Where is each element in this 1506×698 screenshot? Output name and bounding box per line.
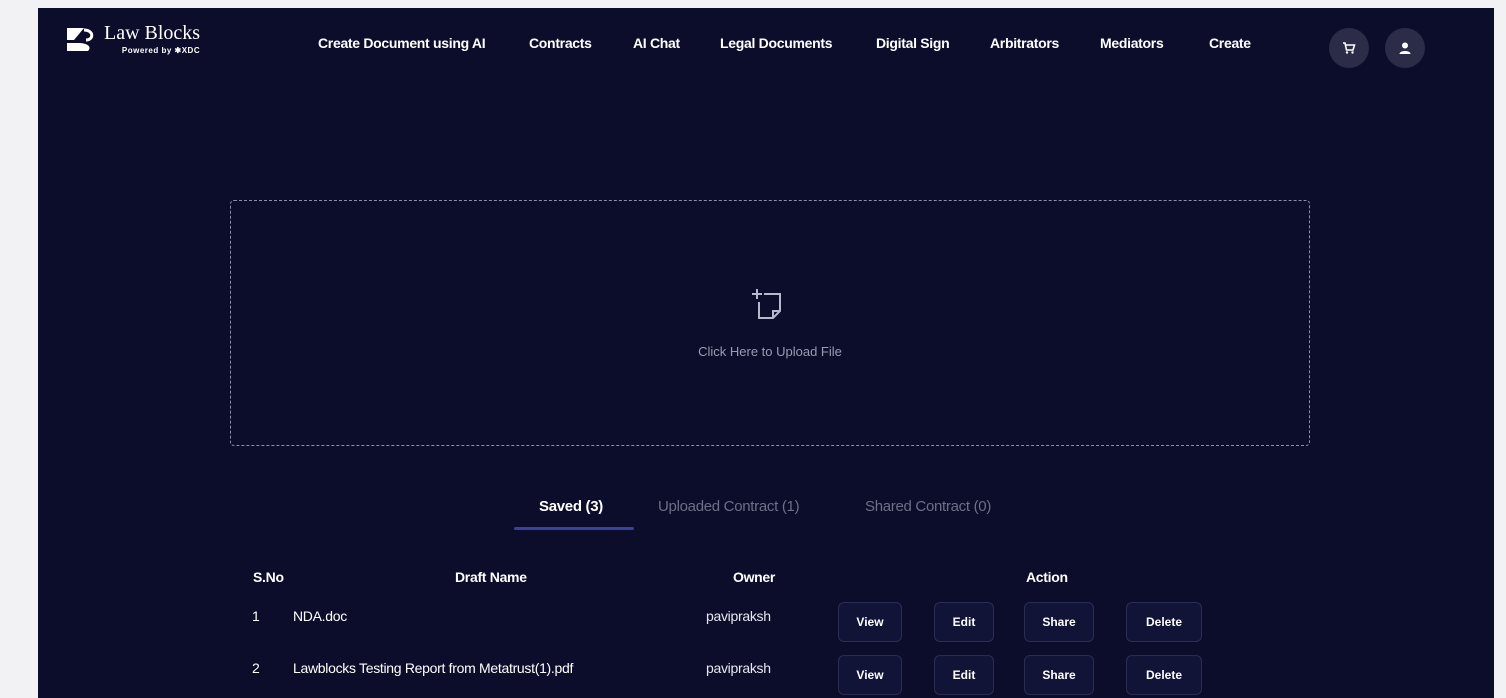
row-draft-name[interactable]: NDA.doc <box>293 608 347 624</box>
column-header-owner: Owner <box>733 569 776 585</box>
row-draft-name[interactable]: Lawblocks Testing Report from Metatrust(… <box>293 660 573 676</box>
column-header-sno: S.No <box>253 569 284 585</box>
row-sno: 2 <box>252 660 260 676</box>
tab-saved[interactable]: Saved (3) <box>539 498 603 515</box>
column-header-action: Action <box>1026 569 1068 585</box>
upload-file-icon <box>752 289 781 319</box>
row-sno: 1 <box>252 608 260 624</box>
cart-button[interactable] <box>1329 28 1369 68</box>
brand-subtitle: Powered by ✱XDC <box>121 46 201 55</box>
cart-icon <box>1343 42 1356 54</box>
delete-button[interactable]: Delete <box>1126 655 1202 695</box>
nav-create-document-using-ai[interactable]: Create Document using AI <box>318 35 486 51</box>
nav-mediators[interactable]: Mediators <box>1100 35 1164 51</box>
tab-uploaded-contract[interactable]: Uploaded Contract (1) <box>658 498 800 515</box>
brand-logo[interactable]: Law Blocks Powered by ✱XDC <box>64 22 200 56</box>
app-window: Law Blocks Powered by ✱XDC Create Docume… <box>38 8 1494 698</box>
brand-name: Law Blocks <box>104 22 201 44</box>
nav-arbitrators[interactable]: Arbitrators <box>990 35 1059 51</box>
nav-legal-documents[interactable]: Legal Documents <box>720 35 833 51</box>
tab-shared-contract[interactable]: Shared Contract (0) <box>865 498 991 515</box>
delete-button[interactable]: Delete <box>1126 602 1202 642</box>
share-button[interactable]: Share <box>1024 655 1094 695</box>
view-button[interactable]: View <box>838 602 902 642</box>
view-button[interactable]: View <box>838 655 902 695</box>
row-owner: pavipraksh <box>706 660 771 676</box>
share-button[interactable]: Share <box>1024 602 1094 642</box>
edit-button[interactable]: Edit <box>934 602 994 642</box>
law-blocks-logo-icon <box>67 28 94 51</box>
nav-contracts[interactable]: Contracts <box>529 35 592 51</box>
profile-button[interactable] <box>1385 28 1425 68</box>
edit-button[interactable]: Edit <box>934 655 994 695</box>
upload-dropzone[interactable]: Click Here to Upload File <box>230 200 1310 446</box>
row-owner: pavipraksh <box>706 608 771 624</box>
column-header-draft-name: Draft Name <box>455 569 527 585</box>
user-icon <box>1399 42 1411 54</box>
upload-instruction: Click Here to Upload File <box>698 344 842 359</box>
nav-create[interactable]: Create <box>1209 35 1251 51</box>
nav-ai-chat[interactable]: AI Chat <box>633 35 680 51</box>
active-tab-indicator <box>514 527 634 530</box>
nav-digital-sign[interactable]: Digital Sign <box>876 35 950 51</box>
